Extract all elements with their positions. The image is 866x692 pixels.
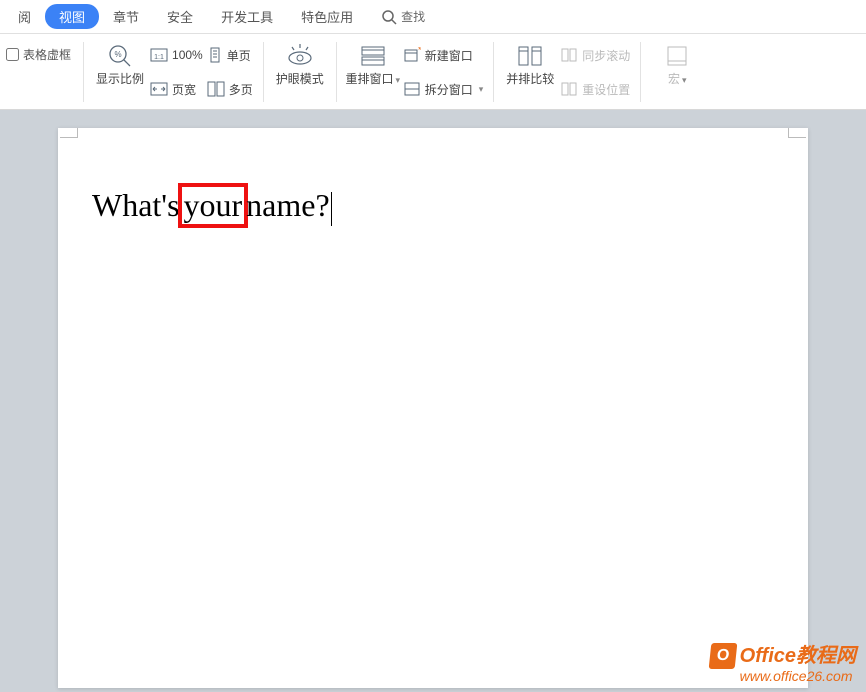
group-macros: 宏▾ [641, 38, 713, 105]
checkbox-icon[interactable] [6, 48, 19, 61]
group-gridlines: 表格虚框 [2, 38, 83, 105]
split-window-label: 拆分窗口 [425, 81, 473, 98]
rearrange-label: 重排窗口▾ [345, 72, 400, 87]
menubar: 阅 视图 章节 安全 开发工具 特色应用 查找 [0, 0, 866, 34]
text-part-3: name? [246, 187, 330, 223]
tab-security[interactable]: 安全 [153, 3, 207, 30]
multi-page-label: 多页 [229, 81, 253, 98]
svg-text:*: * [418, 47, 421, 55]
new-window-icon: * [403, 47, 421, 63]
group-eyemode: 护眼模式 [264, 38, 336, 105]
text-part-1: What's [92, 187, 180, 223]
new-window-button[interactable]: * 新建窗口 [401, 42, 486, 68]
new-window-label: 新建窗口 [425, 47, 473, 64]
office-logo-icon: O [708, 643, 737, 669]
table-grid-checkbox[interactable]: 表格虚框 [6, 46, 71, 63]
document-area: What's your name? [0, 110, 866, 692]
search-button[interactable]: 查找 [381, 8, 425, 25]
macros-icon [664, 40, 690, 72]
tab-review[interactable]: 阅 [4, 3, 45, 30]
side-by-side-icon [516, 40, 544, 72]
eye-icon [285, 40, 315, 72]
macros-button[interactable]: 宏▾ [649, 38, 705, 102]
window-options-col: * 新建窗口 拆分窗口 ▾ [401, 38, 486, 102]
split-window-button[interactable]: 拆分窗口 ▾ [401, 76, 486, 102]
document-page[interactable]: What's your name? [58, 128, 808, 688]
zoom-ratio-button[interactable]: % 显示比例 [92, 38, 148, 102]
margin-marker-left [60, 128, 78, 138]
search-label: 查找 [401, 8, 425, 25]
watermark: O Office教程网 www.office26.com [710, 643, 856, 684]
highlighted-word: your [178, 183, 249, 228]
watermark-title: Office教程网 [740, 646, 856, 667]
magnifier-icon: % [106, 40, 134, 72]
reset-position-button: 重设位置 [558, 76, 632, 102]
page-width-button[interactable]: 页宽 [148, 76, 205, 102]
tab-chapter[interactable]: 章节 [99, 3, 153, 30]
reset-position-label: 重设位置 [582, 81, 630, 98]
eye-mode-button[interactable]: 护眼模式 [272, 38, 328, 102]
reset-position-icon [560, 81, 578, 97]
zoom-options-col1: 1:1 100% 页宽 [148, 38, 205, 102]
split-window-icon [403, 81, 421, 97]
sync-scroll-button: 同步滚动 [558, 42, 632, 68]
tab-special[interactable]: 特色应用 [287, 3, 367, 30]
rearrange-icon [359, 40, 387, 72]
single-page-button[interactable]: 单页 [205, 42, 255, 68]
page-width-icon [150, 81, 168, 97]
compare-options-col: 同步滚动 重设位置 [558, 38, 632, 102]
svg-text:%: % [114, 50, 121, 59]
chevron-down-icon: ▾ [479, 84, 484, 95]
group-window: 重排窗口▾ * 新建窗口 拆分窗口 ▾ [337, 38, 494, 105]
page-width-label: 页宽 [172, 81, 196, 98]
macros-label: 宏▾ [668, 72, 687, 87]
single-page-icon [207, 47, 223, 63]
text-cursor [331, 192, 332, 226]
one-to-one-icon: 1:1 [150, 47, 168, 63]
multi-page-button[interactable]: 多页 [205, 76, 255, 102]
tab-devtools[interactable]: 开发工具 [207, 3, 287, 30]
multi-page-icon [207, 81, 225, 97]
group-compare: 并排比较 同步滚动 重设位置 [494, 38, 640, 105]
sync-scroll-icon [560, 47, 578, 63]
zoom-ratio-label: 显示比例 [96, 72, 144, 86]
side-by-side-button[interactable]: 并排比较 [502, 38, 558, 102]
text-part-2: your [184, 187, 243, 223]
group-zoom: % 显示比例 1:1 100% 页宽 单页 多页 [84, 38, 263, 105]
tab-view[interactable]: 视图 [45, 4, 99, 29]
margin-marker-right [788, 128, 806, 138]
svg-text:1:1: 1:1 [154, 54, 164, 61]
table-grid-label: 表格虚框 [23, 46, 71, 63]
watermark-url: www.office26.com [740, 669, 856, 684]
sync-scroll-label: 同步滚动 [582, 47, 630, 64]
single-page-label: 单页 [227, 47, 251, 64]
side-by-side-label: 并排比较 [506, 72, 554, 86]
chevron-down-icon: ▾ [395, 75, 400, 85]
chevron-down-icon: ▾ [682, 75, 687, 85]
zoom-100-label: 100% [172, 48, 203, 62]
eye-mode-label: 护眼模式 [276, 72, 324, 86]
ribbon: 表格虚框 % 显示比例 1:1 100% 页宽 单页 [0, 34, 866, 110]
zoom-100-button[interactable]: 1:1 100% [148, 42, 205, 68]
rearrange-window-button[interactable]: 重排窗口▾ [345, 38, 401, 102]
zoom-options-col2: 单页 多页 [205, 38, 255, 102]
document-text[interactable]: What's your name? [92, 183, 332, 228]
search-icon [381, 9, 397, 25]
